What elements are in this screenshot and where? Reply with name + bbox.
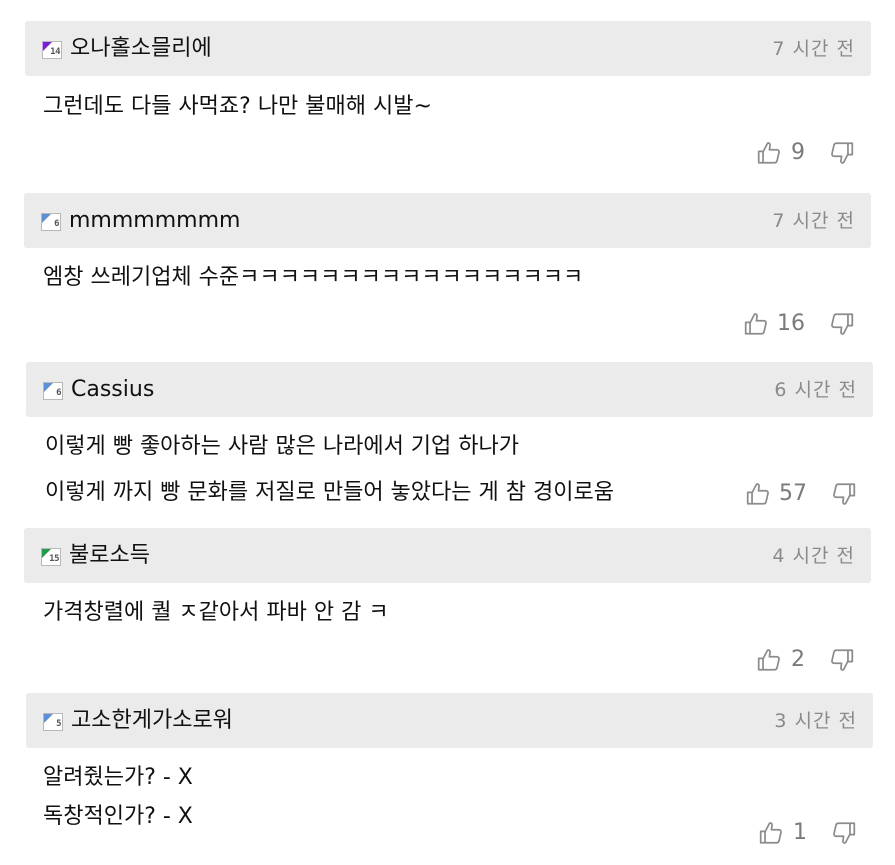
comment-text-line: 가격창렬에 퀄 ㅈ같아서 파바 안 감 ㅋ bbox=[43, 600, 389, 625]
comment-username[interactable]: Cassius bbox=[71, 375, 154, 405]
comment-username[interactable]: mmmmmmmm bbox=[69, 206, 240, 236]
level-number: 6 bbox=[56, 388, 61, 398]
comment-header: 5 고소한게가소로워 3 시간 전 bbox=[26, 693, 873, 748]
like-count: 16 bbox=[777, 311, 805, 336]
comment-header: 6 mmmmmmmm 7 시간 전 bbox=[24, 193, 871, 248]
comment-text-line: 이렇게 까지 빵 문화를 저질로 만들어 놓았다는 게 참 경이로움 bbox=[45, 480, 614, 505]
level-number: 15 bbox=[49, 554, 59, 564]
comment-timestamp: 3 시간 전 bbox=[774, 710, 857, 732]
thumbs-down-icon[interactable] bbox=[829, 311, 855, 337]
comment-timestamp: 7 시간 전 bbox=[772, 38, 855, 60]
comment-username[interactable]: 불로소득 bbox=[69, 541, 150, 571]
level-badge-icon: 6 bbox=[41, 213, 61, 231]
thumbs-down-icon[interactable] bbox=[831, 481, 857, 507]
comment-username[interactable]: 오나홀소믈리에 bbox=[70, 34, 212, 64]
comment-timestamp: 4 시간 전 bbox=[772, 545, 855, 567]
vote-bar: 1 bbox=[756, 817, 861, 849]
like-count: 1 bbox=[793, 820, 807, 845]
thumbs-up-icon[interactable] bbox=[756, 140, 782, 166]
level-number: 14 bbox=[50, 47, 60, 57]
level-badge-icon: 15 bbox=[41, 548, 61, 566]
comment-text-line: 독창적인가? - X bbox=[43, 804, 193, 829]
vote-bar: 9 bbox=[754, 137, 859, 169]
thumbs-down-icon[interactable] bbox=[831, 820, 857, 846]
level-badge-icon: 14 bbox=[42, 41, 62, 59]
comment-username[interactable]: 고소한게가소로워 bbox=[71, 706, 233, 736]
level-badge-icon: 6 bbox=[43, 382, 63, 400]
comment-text-line: 이렇게 빵 좋아하는 사람 많은 나라에서 기업 하나가 bbox=[45, 434, 519, 459]
like-count: 57 bbox=[779, 481, 807, 506]
level-number: 6 bbox=[54, 219, 59, 229]
vote-bar: 2 bbox=[754, 644, 859, 676]
comment-text-line: 엠창 쓰레기업체 수준ㅋㅋㅋㅋㅋㅋㅋㅋㅋㅋㅋㅋㅋㅋㅋㅋㅋ bbox=[43, 265, 584, 290]
like-count: 9 bbox=[791, 140, 805, 165]
comment-header: 15 불로소득 4 시간 전 bbox=[24, 528, 871, 583]
thumbs-up-icon[interactable] bbox=[745, 481, 771, 507]
comment-timestamp: 7 시간 전 bbox=[772, 210, 855, 232]
level-badge-corner bbox=[42, 214, 51, 223]
level-badge-corner bbox=[44, 383, 53, 392]
thumbs-up-icon[interactable] bbox=[758, 820, 784, 846]
like-count: 2 bbox=[791, 647, 805, 672]
thumbs-up-icon[interactable] bbox=[756, 647, 782, 673]
level-badge-icon: 5 bbox=[43, 713, 63, 731]
level-number: 5 bbox=[56, 719, 61, 729]
level-badge-corner bbox=[44, 714, 53, 723]
thumbs-down-icon[interactable] bbox=[829, 140, 855, 166]
comment-text-line: 그런데도 다들 사먹죠? 나만 불매해 시발~ bbox=[43, 94, 432, 119]
comment-header: 6 Cassius 6 시간 전 bbox=[26, 362, 873, 417]
comment-text-line: 알려줬는가? - X bbox=[43, 765, 193, 790]
vote-bar: 16 bbox=[741, 308, 859, 340]
thumbs-down-icon[interactable] bbox=[829, 647, 855, 673]
comment-timestamp: 6 시간 전 bbox=[774, 379, 857, 401]
comment-header: 14 오나홀소믈리에 7 시간 전 bbox=[25, 21, 871, 76]
vote-bar: 57 bbox=[743, 478, 861, 510]
thumbs-up-icon[interactable] bbox=[743, 311, 769, 337]
